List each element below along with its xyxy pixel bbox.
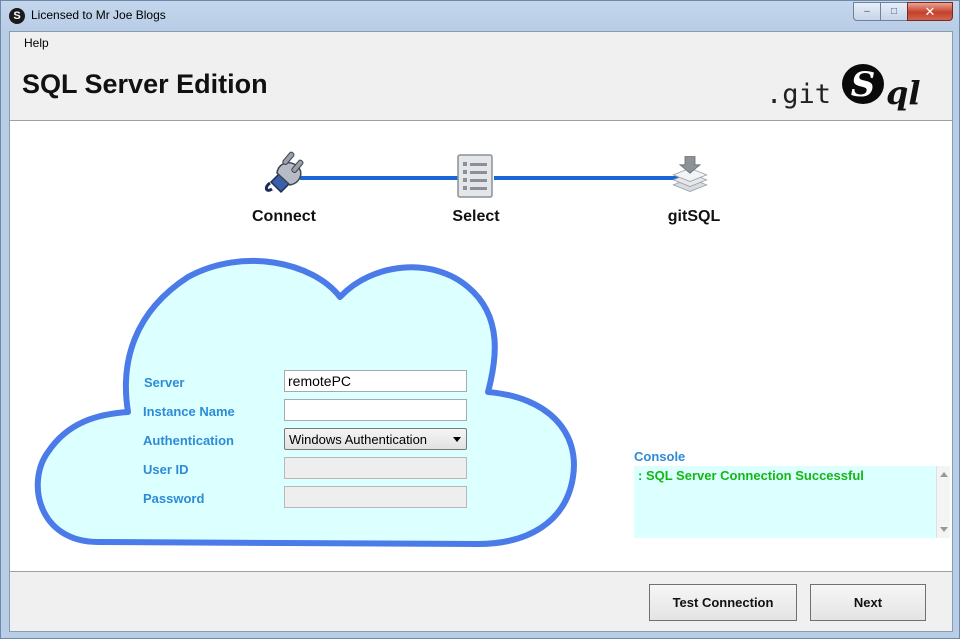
- console-message: : SQL Server Connection Successful: [638, 468, 864, 483]
- console-scrollbar[interactable]: [936, 466, 950, 538]
- test-connection-button[interactable]: Test Connection: [649, 584, 797, 621]
- gitsql-logo: .git S ql: [766, 64, 921, 112]
- server-input[interactable]: [284, 370, 467, 392]
- chevron-down-icon: [453, 437, 461, 442]
- step-connector-1: [300, 176, 460, 180]
- authentication-select[interactable]: Windows Authentication: [284, 428, 467, 450]
- menu-bar: Help: [10, 32, 952, 54]
- window-title: Licensed to Mr Joe Blogs: [31, 8, 166, 22]
- password-input[interactable]: [284, 486, 467, 508]
- step-label-connect: Connect: [252, 208, 316, 225]
- footer-bar: Test Connection Next: [10, 571, 952, 631]
- user-id-input[interactable]: [284, 457, 467, 479]
- step-connector-2: [494, 176, 680, 180]
- title-bar[interactable]: S Licensed to Mr Joe Blogs – □ ✕: [1, 1, 959, 31]
- instance-name-input[interactable]: [284, 399, 467, 421]
- step-label-gitsql: gitSQL: [667, 208, 721, 225]
- console-label: Console: [634, 449, 686, 464]
- server-label: Server: [144, 375, 185, 390]
- app-window: S Licensed to Mr Joe Blogs – □ ✕ Help SQ…: [0, 0, 960, 639]
- next-button[interactable]: Next: [810, 584, 926, 621]
- wizard-steps: Connect Select gitSQL: [10, 121, 952, 251]
- window-controls: – □ ✕: [853, 2, 953, 22]
- list-document-icon: [457, 154, 493, 198]
- logo-text-suffix: ql: [886, 74, 921, 112]
- stack-download-icon: [672, 156, 708, 192]
- authentication-label: Authentication: [143, 433, 234, 448]
- logo-text-prefix: .git: [766, 79, 831, 110]
- console-output[interactable]: : SQL Server Connection Successful: [634, 466, 950, 538]
- logo-badge-letter: S: [851, 65, 876, 105]
- page-title: SQL Server Edition: [22, 69, 268, 99]
- instance-name-label: Instance Name: [143, 404, 235, 419]
- app-icon: S: [9, 8, 25, 24]
- step-label-select: Select: [452, 208, 500, 225]
- header: SQL Server Edition .git S ql: [10, 54, 952, 121]
- minimize-button[interactable]: –: [853, 2, 880, 21]
- maximize-button[interactable]: □: [880, 2, 907, 21]
- close-button[interactable]: ✕: [907, 2, 953, 21]
- user-id-label: User ID: [143, 462, 189, 477]
- scroll-up-icon[interactable]: [940, 472, 948, 477]
- menu-help[interactable]: Help: [24, 36, 49, 50]
- plug-icon: [264, 151, 304, 194]
- scroll-down-icon[interactable]: [940, 527, 948, 532]
- client-area: Help SQL Server Edition .git S ql Connec…: [9, 31, 953, 632]
- password-label: Password: [143, 491, 205, 506]
- authentication-selected-value: Windows Authentication: [289, 432, 428, 447]
